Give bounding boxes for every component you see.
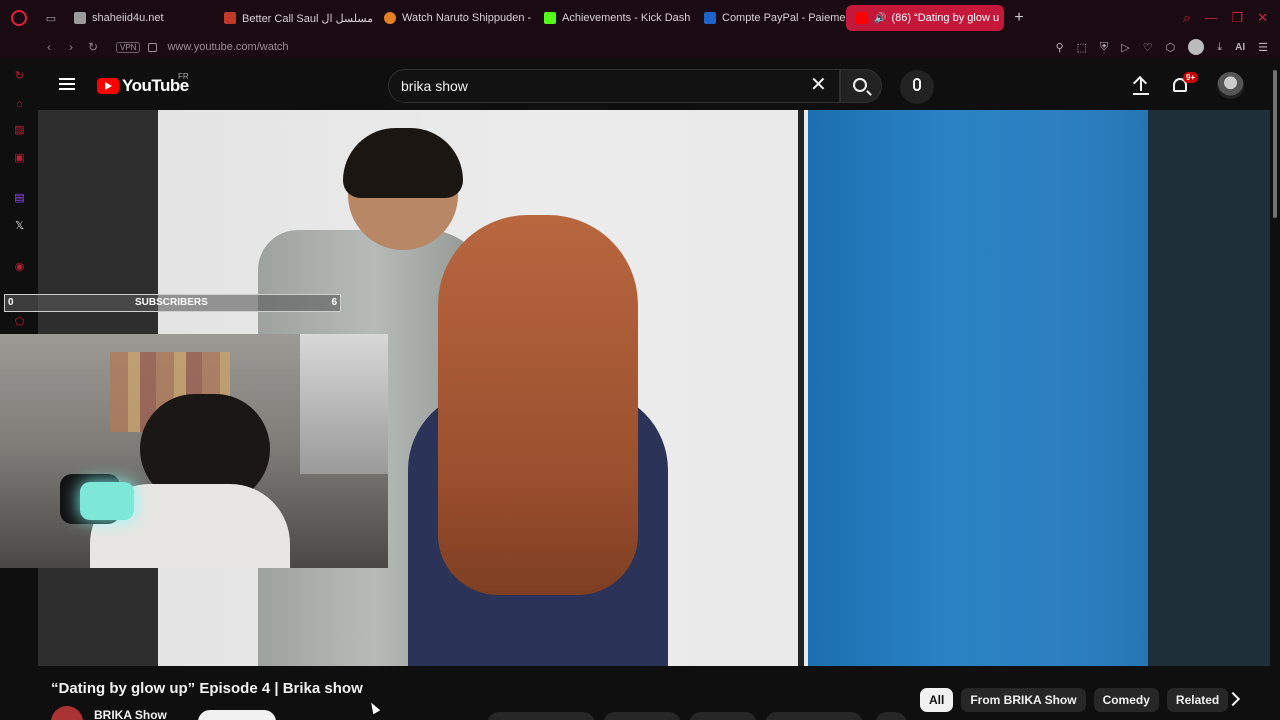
- menu-icon[interactable]: ☰: [1258, 41, 1268, 54]
- twitch-icon[interactable]: ▤: [13, 192, 26, 205]
- pin-icon[interactable]: ⚲: [1056, 41, 1064, 54]
- top-site-icon: [224, 12, 236, 24]
- url-field[interactable]: www.youtube.com/watch: [167, 41, 288, 53]
- address-bar-tools: ⚲ ⬚ ⛨ ▷ ♡ ⬡ ⤓ AI ☰: [1056, 39, 1280, 55]
- account-avatar[interactable]: [1217, 72, 1244, 99]
- page-icon: [74, 12, 86, 24]
- mouse-cursor: [367, 700, 381, 715]
- guide-menu-icon[interactable]: [59, 78, 75, 90]
- chip-related[interactable]: Related: [1166, 688, 1229, 712]
- tab-overview-icon[interactable]: ▭: [38, 12, 64, 25]
- tab-1[interactable]: shaheiid4u.net: [64, 5, 214, 31]
- light-stand: [798, 110, 804, 666]
- crunchyroll-icon: [384, 12, 396, 24]
- extensions-icon[interactable]: ⬡: [1166, 41, 1176, 54]
- goal-label: SUBSCRIBERS: [135, 297, 208, 308]
- crypto-wallet-icon[interactable]: ▨: [13, 124, 26, 137]
- youtube-icon: [856, 12, 868, 24]
- related-chips: All From BRIKA Show Comedy Related: [920, 688, 1229, 712]
- reload-icon[interactable]: ↻: [82, 40, 104, 54]
- new-tab-button[interactable]: +: [1010, 9, 1028, 27]
- like-dislike-button[interactable]: [487, 712, 595, 720]
- download-icon[interactable]: ⤓: [1217, 41, 1222, 54]
- search-icon: [853, 78, 867, 92]
- goal-start: 0: [8, 297, 14, 308]
- workspace-icon[interactable]: ⌂: [13, 98, 26, 111]
- download-button[interactable]: [765, 712, 863, 720]
- chip-comedy[interactable]: Comedy: [1093, 688, 1159, 712]
- speaker-icon[interactable]: 🔊: [874, 13, 886, 24]
- chip-from-channel[interactable]: From BRIKA Show: [961, 688, 1086, 712]
- youtube-header: YouTube FR brika show ✕ 9+: [38, 58, 1270, 110]
- country-code: FR: [178, 72, 189, 81]
- search-button[interactable]: [840, 69, 882, 103]
- heart-icon[interactable]: ♡: [1143, 41, 1153, 54]
- aria-ai-button[interactable]: AI: [1235, 42, 1245, 53]
- woman-hair: [438, 215, 638, 595]
- page-scrollbar[interactable]: [1270, 58, 1280, 720]
- screen: ▭ shaheiid4u.net Better Call Saul مسلسل …: [0, 0, 1280, 720]
- restore-icon[interactable]: ❐: [1231, 10, 1243, 26]
- subscriber-goal-bar: 0 SUBSCRIBERS 6: [4, 294, 341, 312]
- back-icon[interactable]: ‹: [38, 40, 60, 54]
- address-bar: ‹ › ↻ VPN www.youtube.com/watch ⚲ ⬚ ⛨ ▷ …: [0, 36, 1280, 58]
- channel-avatar[interactable]: [51, 706, 83, 720]
- lock-icon[interactable]: [148, 42, 158, 52]
- tab-2[interactable]: Better Call Saul مسلسل ال: [214, 5, 374, 31]
- x-twitter-icon[interactable]: 𝕏: [13, 220, 26, 233]
- paypal-icon: [704, 12, 716, 24]
- chip-all[interactable]: All: [920, 688, 954, 712]
- subscribe-button[interactable]: [198, 710, 276, 720]
- browser-tab-bar: ▭ shaheiid4u.net Better Call Saul مسلسل …: [0, 0, 1280, 36]
- extensions-sidebar-icon[interactable]: ⬠: [13, 316, 26, 329]
- voice-search-button[interactable]: [900, 70, 934, 104]
- upload-icon[interactable]: [1131, 76, 1151, 96]
- room-window: [300, 334, 388, 474]
- player-icon[interactable]: ◉: [13, 261, 26, 274]
- save-button[interactable]: [689, 712, 757, 720]
- tab-5[interactable]: Compte PayPal - Paiemen: [694, 5, 846, 31]
- history-icon[interactable]: ↻: [13, 70, 26, 83]
- player-side-right: [1148, 110, 1270, 666]
- video-title: “Dating by glow up” Episode 4 | Brika sh…: [51, 680, 363, 697]
- tab-4[interactable]: Achievements - Kick Dash: [534, 5, 694, 31]
- profile-icon[interactable]: [1188, 39, 1205, 55]
- more-actions-button[interactable]: [875, 712, 907, 720]
- notification-badge: 9+: [1183, 72, 1199, 83]
- youtube-logo[interactable]: YouTube: [97, 76, 189, 96]
- search-tabs-icon[interactable]: ⌕: [1183, 10, 1190, 26]
- tab-youtube-active[interactable]: 🔊 (86) “Dating by glow u: [846, 5, 1004, 31]
- scroll-thumb[interactable]: [1273, 70, 1277, 218]
- close-window-icon[interactable]: ✕: [1257, 10, 1268, 26]
- share-button[interactable]: [603, 712, 681, 720]
- opera-logo-icon[interactable]: [0, 0, 38, 36]
- kick-icon: [544, 12, 556, 24]
- blue-backdrop: [808, 110, 1148, 666]
- window-controls: ⌕ — ❐ ✕: [1183, 10, 1280, 26]
- shield-icon[interactable]: ⛨: [1100, 41, 1108, 54]
- tab-3[interactable]: Watch Naruto Shippuden -: [374, 5, 534, 31]
- search-input[interactable]: brika show: [388, 69, 840, 103]
- messenger-icon[interactable]: ▣: [13, 152, 26, 165]
- rgb-light: [80, 482, 134, 520]
- webcam-overlay: [0, 334, 388, 568]
- man-hair: [343, 128, 463, 198]
- channel-name[interactable]: BRIKA Show: [94, 708, 167, 720]
- minimize-icon[interactable]: —: [1204, 10, 1217, 26]
- youtube-play-icon: [97, 78, 119, 94]
- snapshot-icon[interactable]: ⬚: [1077, 41, 1087, 54]
- forward-icon[interactable]: ›: [60, 40, 82, 54]
- clear-search-icon[interactable]: ✕: [810, 75, 827, 95]
- microphone-icon: [913, 78, 921, 91]
- vpn-badge[interactable]: VPN: [116, 41, 141, 53]
- play-icon[interactable]: ▷: [1121, 41, 1129, 54]
- goal-target: 6: [331, 297, 337, 308]
